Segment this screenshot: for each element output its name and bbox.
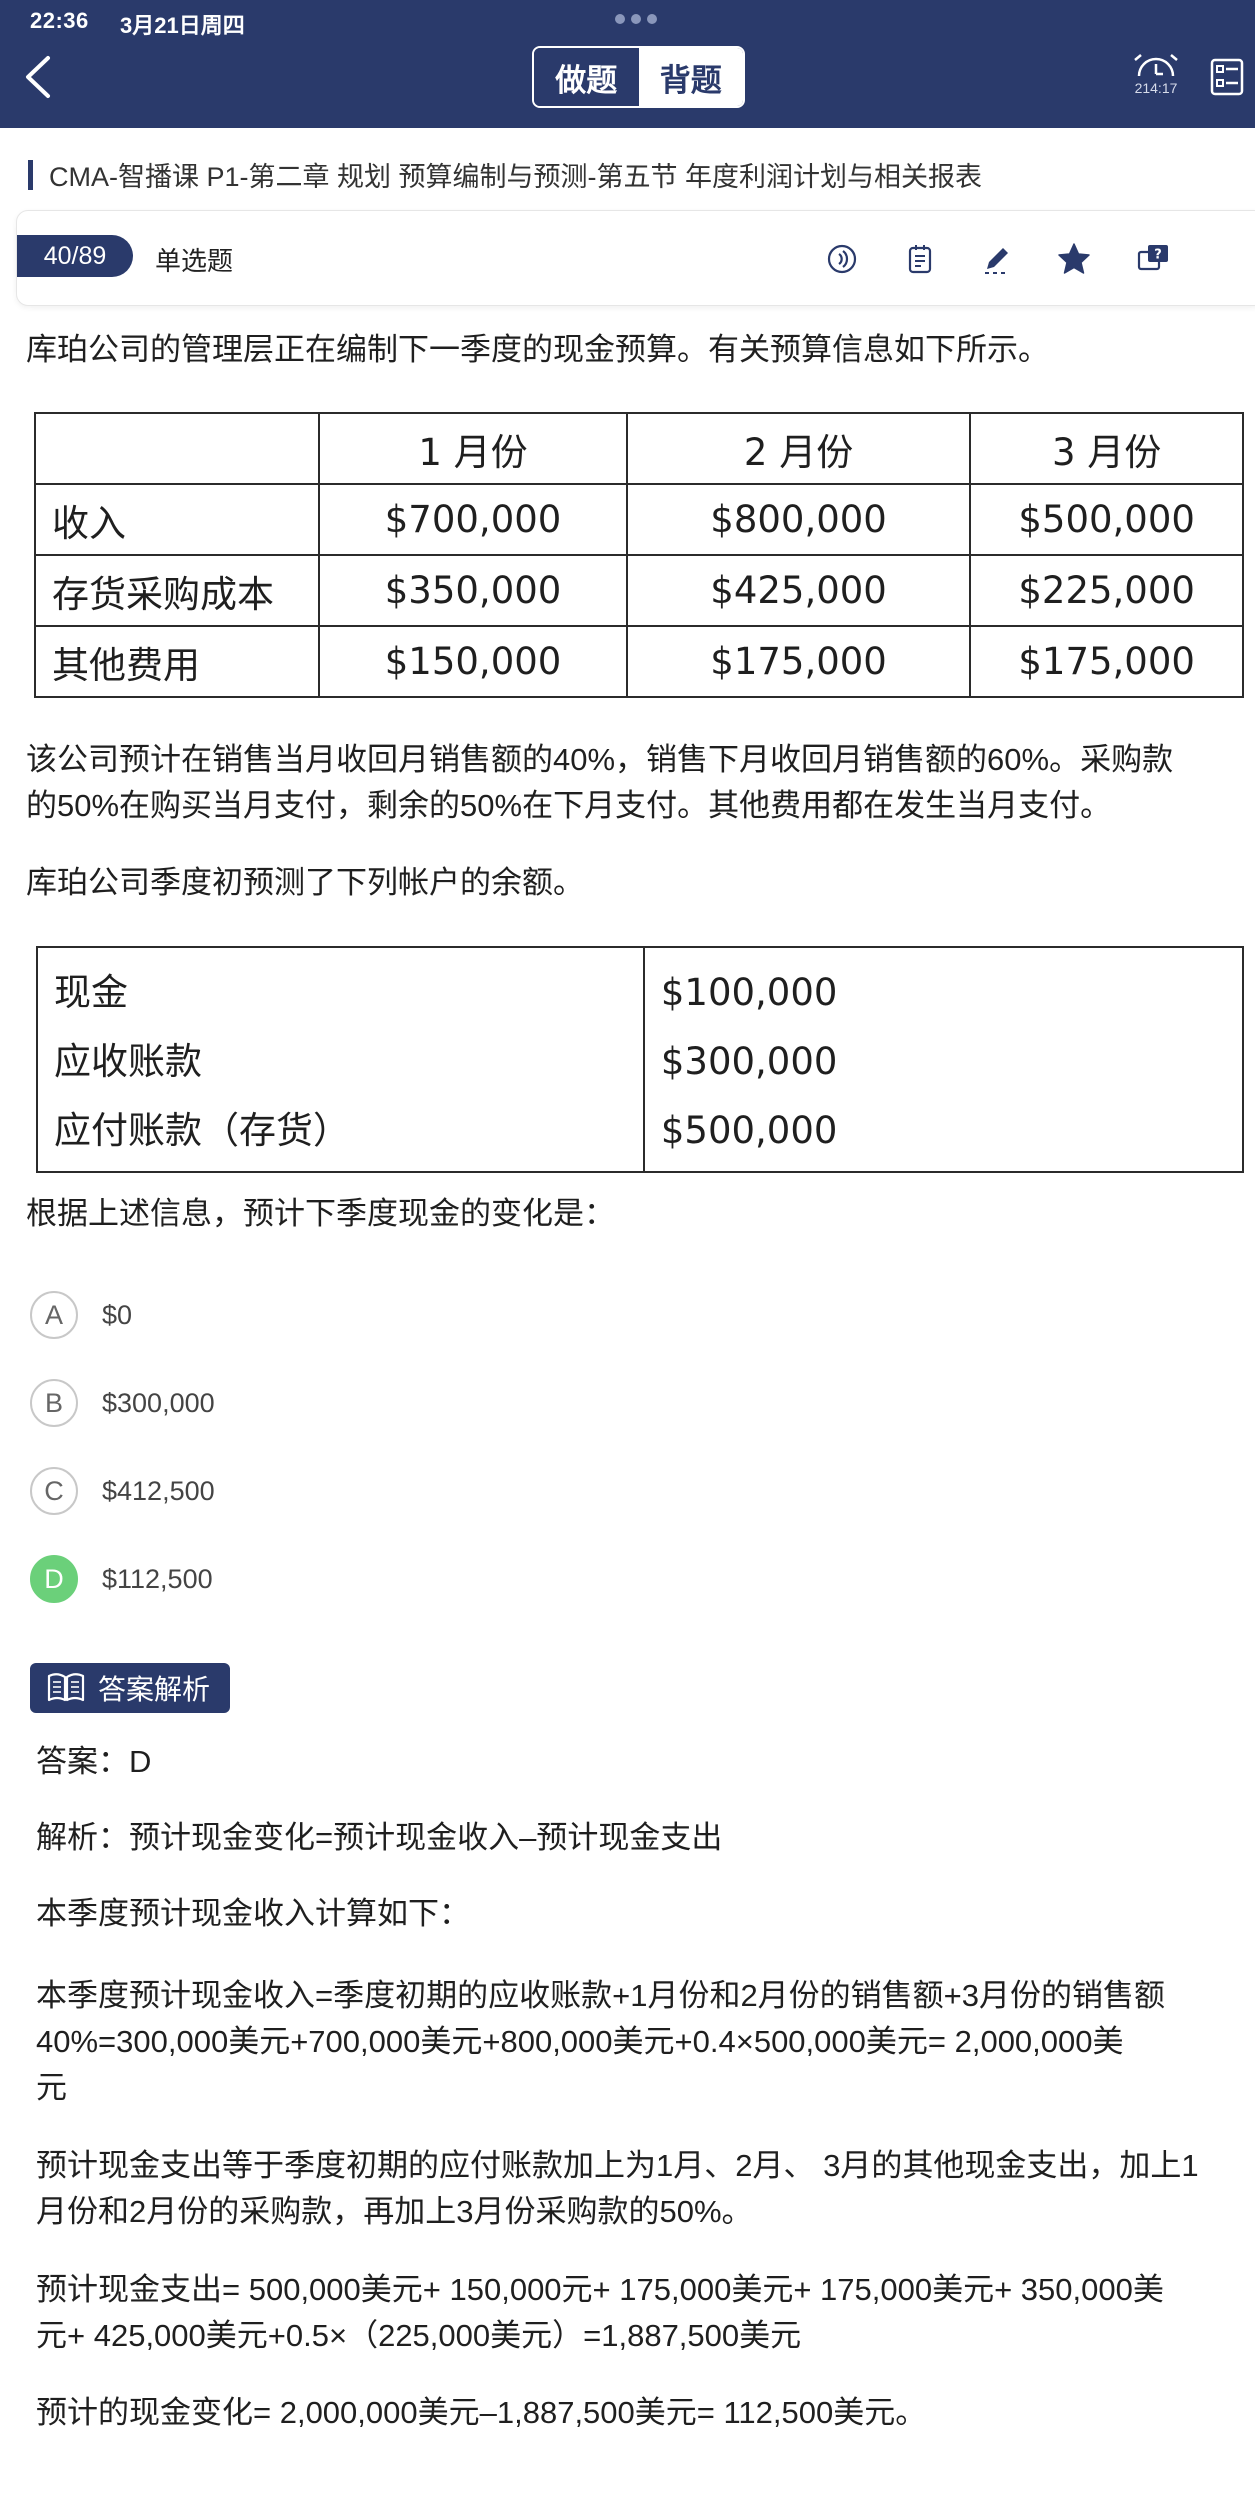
analysis-income-line1: 本季度预计现金收入=季度初期的应收账款+1月份和2月份的销售额+3月份的销售额 bbox=[36, 1978, 1166, 2013]
table-cell: $425,000 bbox=[625, 554, 972, 627]
option-text: $112,500 bbox=[102, 1563, 213, 1594]
question-collection-terms-line1: 该公司预计在销售当月收回月销售额的40%，销售下月收回月销售额的60%。采购款 bbox=[26, 742, 1174, 777]
svg-text:?: ? bbox=[1154, 248, 1162, 263]
table-cell: $175,000 bbox=[625, 625, 972, 698]
question-feedback-icon: ? bbox=[1137, 245, 1168, 271]
table-cell: $350,000 bbox=[318, 554, 628, 627]
option-key: B bbox=[30, 1379, 78, 1427]
status-date: 3月21日周四 bbox=[120, 13, 245, 38]
notes-button[interactable] bbox=[900, 239, 940, 279]
table-row: 现金 应收账款 应付账款（存货） $100,000 $300,000 $500,… bbox=[36, 946, 1245, 1173]
answer-text: 答案：D bbox=[36, 1744, 152, 1779]
analysis-formula: 解析：预计现金变化=预计现金收入–预计现金支出 bbox=[36, 1820, 723, 1855]
option-text: $300,000 bbox=[102, 1387, 215, 1418]
table-cell: $150,000 bbox=[318, 625, 628, 698]
breadcrumb-accent-bar bbox=[28, 159, 33, 190]
analysis-income-line2: 40%=300,000美元+700,000美元+800,000美元+0.4×50… bbox=[36, 2024, 1124, 2059]
alarm-clock-icon bbox=[1134, 54, 1178, 77]
option-text: $412,500 bbox=[102, 1475, 215, 1506]
balance-value: $300,000 bbox=[660, 1040, 838, 1083]
breadcrumb-text: CMA-智播课 P1-第二章 规划 预算编制与预测-第五节 年度利润计划与相关报… bbox=[49, 162, 983, 192]
tab-practice[interactable]: 做题 bbox=[534, 48, 639, 106]
table-row-label: 存货采购成本 bbox=[33, 554, 321, 627]
status-time: 22:36 bbox=[30, 8, 89, 33]
analysis-income-intro: 本季度预计现金收入计算如下： bbox=[36, 1896, 470, 1931]
analysis-outflow-calc-line2: 元+ 425,000美元+0.5×（225,000美元）=1,887,500美元 bbox=[36, 2318, 802, 2353]
notes-icon bbox=[908, 245, 932, 274]
balance-labels-cell: 现金 应收账款 应付账款（存货） bbox=[36, 946, 645, 1173]
option-text: $0 bbox=[102, 1299, 133, 1330]
table-header-cell: 3 月份 bbox=[969, 412, 1244, 485]
question-number-badge: 40/89 bbox=[17, 235, 133, 277]
table-row: 存货采购成本 $350,000 $425,000 $225,000 bbox=[33, 554, 1244, 627]
back-chevron-icon bbox=[26, 56, 50, 98]
answer-card-button[interactable] bbox=[1210, 58, 1244, 96]
audio-icon bbox=[827, 244, 857, 274]
question-collection-terms-line2: 的50%在购买当月支付，剩余的50%在下月支付。其他费用都在发生当月支付。 bbox=[26, 788, 1112, 823]
edit-icon bbox=[985, 248, 1008, 274]
analysis-result: 预计的现金变化= 2,000,000美元–1,887,500美元= 112,50… bbox=[36, 2395, 927, 2430]
option-a[interactable]: A $0 bbox=[30, 1291, 132, 1339]
analysis-income-line3: 元 bbox=[36, 2070, 67, 2105]
analysis-outflow-calc-line1: 预计现金支出= 500,000美元+ 150,000元+ 175,000美元+ … bbox=[36, 2272, 1164, 2307]
favorite-button[interactable] bbox=[1054, 239, 1094, 279]
balance-label: 现金 bbox=[54, 971, 128, 1014]
balance-value: $100,000 bbox=[660, 971, 838, 1014]
answer-analysis-badge: 答案解析 bbox=[30, 1663, 230, 1713]
table-header-cell: 1 月份 bbox=[318, 412, 628, 485]
tab-review[interactable]: 背题 bbox=[638, 48, 743, 106]
option-key: C bbox=[30, 1467, 78, 1515]
breadcrumb: CMA-智播课 P1-第二章 规划 预算编制与预测-第五节 年度利润计划与相关报… bbox=[28, 155, 982, 194]
question-intro: 库珀公司的管理层正在编制下一季度的现金预算。有关预算信息如下所示。 bbox=[26, 332, 1049, 367]
open-book-icon bbox=[47, 1673, 85, 1702]
table-header-row: 1 月份 2 月份 3 月份 bbox=[33, 412, 1244, 485]
question-balances-intro: 库珀公司季度初预测了下列帐户的余额。 bbox=[26, 865, 584, 900]
table-cell: $225,000 bbox=[969, 554, 1244, 627]
option-c[interactable]: C $412,500 bbox=[30, 1467, 215, 1515]
table-row: 其他费用 $150,000 $175,000 $175,000 bbox=[33, 625, 1244, 698]
budget-table: 1 月份 2 月份 3 月份 收入 $700,000 $800,000 $500… bbox=[33, 412, 1244, 698]
table-cell: $500,000 bbox=[969, 483, 1244, 556]
back-button[interactable] bbox=[18, 52, 58, 102]
question-type-label: 单选题 bbox=[155, 246, 234, 276]
balance-value: $500,000 bbox=[660, 1109, 838, 1152]
table-row-label: 收入 bbox=[33, 483, 321, 556]
table-header-cell: 2 月份 bbox=[625, 412, 972, 485]
balance-label: 应收账款 bbox=[54, 1040, 202, 1083]
table-row-label: 其他费用 bbox=[33, 625, 321, 698]
answer-analysis-label: 答案解析 bbox=[98, 1674, 211, 1705]
option-key: A bbox=[30, 1291, 78, 1339]
table-header-cell bbox=[33, 412, 321, 485]
balances-table: 现金 应收账款 应付账款（存货） $100,000 $300,000 $500,… bbox=[36, 946, 1245, 1173]
balance-label: 应付账款（存货） bbox=[54, 1109, 350, 1152]
answer-card-icon bbox=[1210, 58, 1244, 96]
audio-button[interactable] bbox=[822, 239, 862, 279]
edit-button[interactable] bbox=[977, 239, 1017, 279]
star-icon bbox=[1058, 243, 1090, 274]
timer-value: 214:17 bbox=[1134, 80, 1178, 96]
table-cell: $700,000 bbox=[318, 483, 628, 556]
option-b[interactable]: B $300,000 bbox=[30, 1379, 215, 1427]
analysis-outflow-desc-line2: 月份和2月份的采购款，再加上3月份采购款的50%。 bbox=[36, 2194, 753, 2229]
table-cell: $800,000 bbox=[625, 483, 972, 556]
option-key-correct: D bbox=[30, 1555, 78, 1603]
question-toolbar: 40/89 单选题 ? bbox=[16, 210, 1255, 306]
option-d[interactable]: D $112,500 bbox=[30, 1555, 213, 1603]
question-feedback-button[interactable]: ? bbox=[1133, 239, 1173, 279]
question-prompt: 根据上述信息，预计下季度现金的变化是： bbox=[26, 1196, 615, 1231]
window-grabber-icon[interactable] bbox=[615, 14, 657, 24]
balance-values-cell: $100,000 $300,000 $500,000 bbox=[642, 946, 1245, 1173]
top-navigation-bar: 22:36 3月21日周四 做题 背题 214:17 bbox=[0, 0, 1255, 128]
table-row: 收入 $700,000 $800,000 $500,000 bbox=[33, 483, 1244, 556]
mode-segmented-control: 做题 背题 bbox=[532, 46, 745, 108]
table-cell: $175,000 bbox=[969, 625, 1244, 698]
analysis-outflow-desc-line1: 预计现金支出等于季度初期的应付账款加上为1月、2月、 3月的其他现金支出，加上1 bbox=[36, 2148, 1199, 2183]
